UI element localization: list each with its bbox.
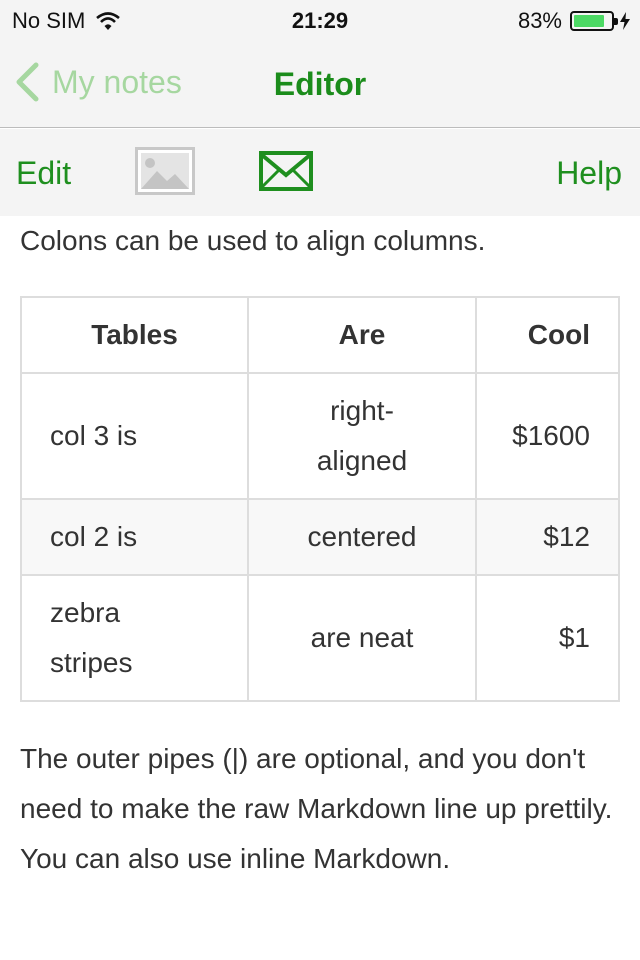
mail-icon[interactable]	[259, 151, 313, 191]
markdown-table: Tables Are Cool col 3 is right-aligned $…	[20, 296, 620, 702]
table-cell: $1600	[475, 372, 620, 500]
table-row: col 3 is right-aligned $1600	[20, 372, 620, 500]
table-header-cell: Are	[247, 296, 477, 374]
battery-tip	[614, 18, 618, 25]
table-cell: col 2 is	[20, 498, 249, 576]
status-bar: No SIM 21:29 83%	[0, 0, 640, 40]
note-content: Colons can be used to align columns. Tab…	[20, 216, 620, 874]
battery-fill	[574, 15, 604, 27]
status-right: 83%	[518, 8, 630, 34]
table-header-row: Tables Are Cool	[20, 296, 620, 374]
table-cell: right-aligned	[247, 372, 477, 500]
charging-bolt-icon	[620, 12, 630, 30]
intro-text: Colons can be used to align columns.	[20, 225, 486, 256]
outro-text: The outer pipes (|) are optional, and yo…	[20, 743, 613, 874]
edit-button[interactable]: Edit	[16, 155, 71, 192]
help-button[interactable]: Help	[556, 155, 622, 192]
table-cell: zebra stripes	[20, 574, 249, 702]
image-icon[interactable]	[135, 147, 195, 195]
table-row: zebra stripes are neat $1	[20, 574, 620, 702]
table-cell: centered	[247, 498, 477, 576]
toolbar: Edit Help	[0, 129, 640, 216]
page-title: Editor	[273, 66, 367, 102]
table-cell: col 3 is	[20, 372, 249, 500]
table-cell: $1	[475, 574, 620, 702]
table-cell: are neat	[247, 574, 477, 702]
battery-icon	[570, 11, 618, 31]
table-header-cell: Tables	[20, 296, 249, 374]
navigation-bar: My notes Editor	[0, 40, 640, 128]
table-row: col 2 is centered $12	[20, 498, 620, 576]
table-cell: $12	[475, 498, 620, 576]
table-header-cell: Cool	[475, 296, 620, 374]
battery-percent: 83%	[517, 8, 562, 33]
